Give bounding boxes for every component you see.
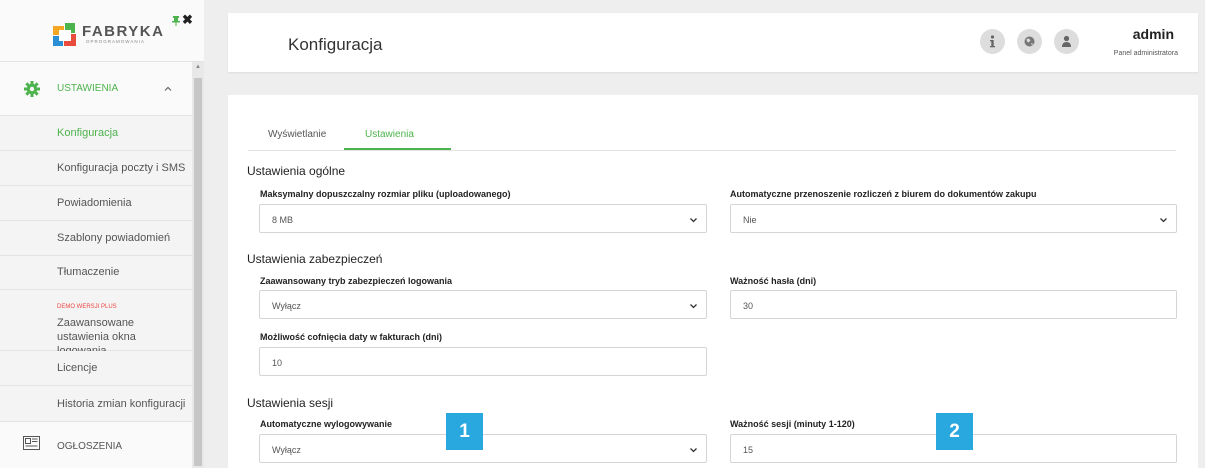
- sidebar-item-szablony[interactable]: Szablony powiadomień: [0, 221, 192, 256]
- sidebar-item-licencje[interactable]: Licencje: [0, 351, 192, 386]
- logo-icon: [53, 23, 76, 46]
- adv-mode-select[interactable]: Wyłącz: [259, 290, 707, 319]
- sidebar-item-label: Historia zmian konfiguracji: [57, 398, 186, 410]
- user-name[interactable]: admin: [1133, 26, 1174, 42]
- auto-move-select[interactable]: Nie: [730, 204, 1177, 233]
- page-title: Konfiguracja: [288, 35, 383, 54]
- scroll-up-icon[interactable]: ▲: [192, 64, 204, 72]
- chevron-down-icon: [1160, 218, 1167, 223]
- chevron-down-icon: [690, 304, 697, 309]
- menu-head-label: USTAWIENIA: [57, 83, 119, 94]
- sidebar-item-poczta-sms[interactable]: Konfiguracja poczty i SMS: [0, 151, 192, 186]
- chevron-down-icon: [690, 448, 697, 453]
- sidebar-item-tlumaczenie[interactable]: Tłumaczenie: [0, 256, 192, 290]
- section-title-general: Ustawienia ogólne: [247, 164, 346, 178]
- logo-text: FABRYKA: [82, 23, 165, 40]
- auto-logout-select[interactable]: Wyłącz: [259, 434, 707, 463]
- sidebar-item-label: Licencje: [57, 362, 98, 374]
- auto-logout-label: Automatyczne wylogowywanie: [260, 419, 393, 429]
- logo-area: FABRYKA OPROGRAMOWANIA ✖: [0, 0, 204, 62]
- gear-icon: [24, 81, 40, 97]
- invoice-date-input[interactable]: 10: [259, 347, 707, 376]
- invoice-date-label: Możliwość cofnięcia daty w fakturach (dn…: [260, 332, 443, 342]
- sidebar-item-label: Konfiguracja: [57, 127, 119, 139]
- sidebar-item-historia[interactable]: Historia zmian konfiguracji: [0, 386, 192, 422]
- input-value: 10: [272, 358, 283, 368]
- sidebar-item-label: Tłumaczenie: [57, 266, 120, 278]
- select-value: Wyłącz: [272, 301, 301, 311]
- tab-bar: Wyświetlanie Ustawienia: [248, 122, 1176, 151]
- tab-wyswietlanie[interactable]: Wyświetlanie: [268, 129, 326, 140]
- pwd-validity-input[interactable]: 30: [730, 290, 1177, 319]
- max-file-size-select[interactable]: 8 MB: [259, 204, 707, 233]
- marker-badge-1: 1: [446, 413, 483, 450]
- section-title-session: Ustawienia sesji: [247, 396, 334, 410]
- sidebar-item-powiadomienia[interactable]: Powiadomienia: [0, 186, 192, 221]
- sidebar-item-label: Konfiguracja poczty i SMS: [57, 162, 186, 174]
- pwd-validity-label: Ważność hasła (dni): [730, 276, 817, 286]
- menu-item-ustawienia[interactable]: USTAWIENIA: [0, 62, 192, 116]
- sidebar-item-label: Powiadomienia: [57, 197, 132, 209]
- menu-item-label: OGŁOSZENIA: [57, 441, 123, 452]
- sidebar-item-label: Szablony powiadomień: [57, 232, 171, 244]
- input-value: 15: [743, 445, 754, 455]
- top-header: Konfiguracja admin Panel administratora: [228, 13, 1198, 72]
- info-icon: [990, 35, 995, 48]
- language-button[interactable]: [1017, 29, 1042, 54]
- user-icon: [1062, 35, 1071, 47]
- auto-move-label: Automatyczne przenoszenie rozliczeń z bi…: [730, 189, 1037, 199]
- chevron-down-icon: [690, 218, 697, 223]
- sidebar-scrollbar[interactable]: ▲: [192, 62, 204, 468]
- demo-badge: DEMO WERSJI PLUS: [57, 304, 117, 310]
- tab-ustawienia[interactable]: Ustawienia: [365, 129, 414, 140]
- close-sidebar-icon[interactable]: ✖: [182, 13, 193, 26]
- select-value: Nie: [743, 215, 757, 225]
- logo-subtitle: OPROGRAMOWANIA: [86, 39, 145, 44]
- section-title-security: Ustawienia zabezpieczeń: [247, 252, 383, 266]
- select-value: 8 MB: [272, 215, 294, 225]
- marker-badge-2: 2: [936, 413, 973, 450]
- sidebar-item-konfiguracja[interactable]: Konfiguracja: [0, 116, 192, 151]
- chevron-up-icon: [164, 86, 172, 91]
- globe-icon: [1024, 36, 1035, 47]
- scrollbar-thumb[interactable]: [194, 78, 202, 466]
- user-role: Panel administratora: [1113, 50, 1178, 57]
- info-button[interactable]: [980, 29, 1005, 54]
- input-value: 30: [743, 301, 754, 311]
- max-file-size-label: Maksymalny dopuszczalny rozmiar pliku (u…: [260, 189, 511, 199]
- session-validity-label: Ważność sesji (minuty 1-120): [730, 419, 855, 429]
- select-value: Wyłącz: [272, 445, 301, 455]
- newspaper-icon: [23, 436, 40, 450]
- sidebar: FABRYKA OPROGRAMOWANIA ✖ USTAWIENIA Konf…: [0, 0, 204, 468]
- user-button[interactable]: [1054, 29, 1079, 54]
- config-card: Wyświetlanie Ustawienia Ustawienia ogóln…: [228, 95, 1198, 468]
- adv-mode-label: Zaawansowany tryb zabezpieczeń logowania: [260, 276, 453, 286]
- active-tab-indicator: [344, 148, 451, 150]
- pin-icon[interactable]: [172, 16, 180, 26]
- sidebar-item-zaawansowane[interactable]: DEMO WERSJI PLUS Zaawansowane ustawienia…: [0, 290, 192, 357]
- menu-item-ogloszenia[interactable]: OGŁOSZENIA: [0, 422, 192, 468]
